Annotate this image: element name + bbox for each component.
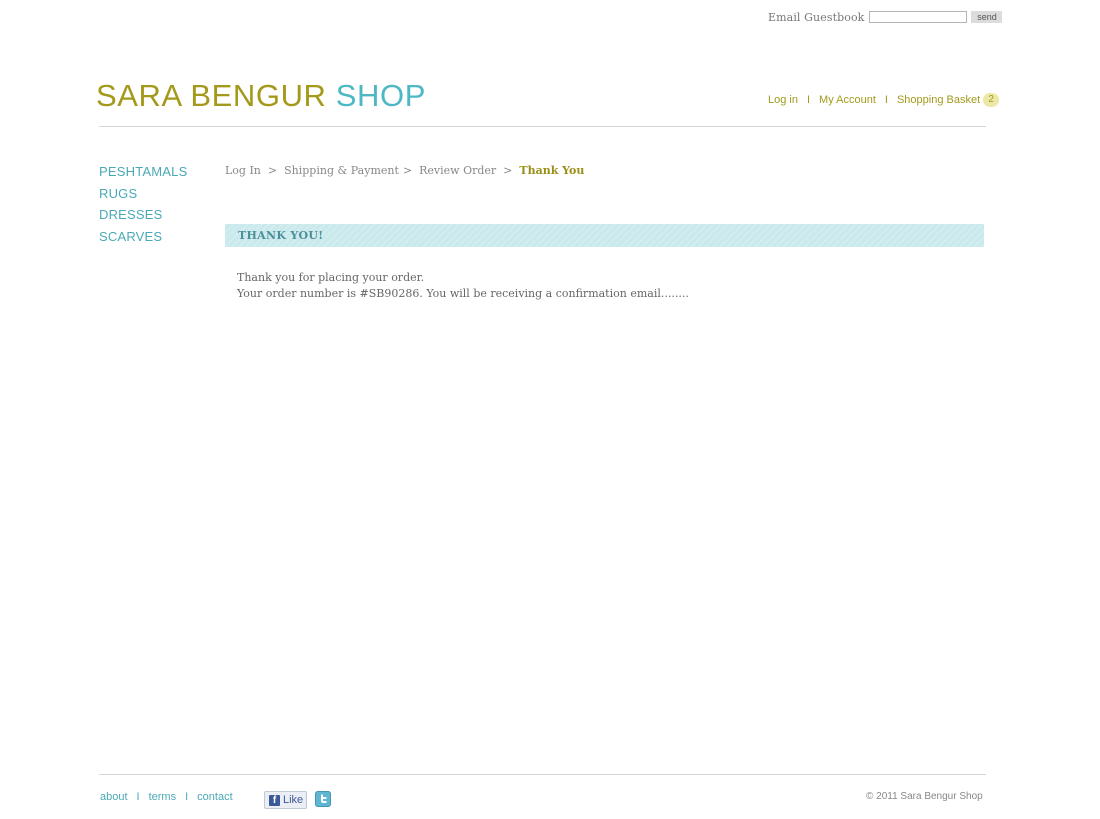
account-nav: Log in I My Account I Shopping Basket 2 (768, 93, 1000, 107)
guestbook-label: Email Guestbook (768, 10, 865, 24)
category-rugs[interactable]: RUGS (99, 185, 187, 207)
breadcrumb-separator: > (503, 164, 513, 177)
facebook-like-label: Like (283, 794, 304, 806)
checkout-breadcrumb: Log In > Shipping & Payment > Review Order > T… (225, 164, 584, 177)
guestbook-send-button[interactable]: send (971, 11, 1003, 23)
footer-separator: I (185, 791, 189, 803)
footer-divider (99, 774, 986, 775)
my-account-link[interactable]: My Account (819, 94, 876, 106)
footer-contact-link[interactable]: contact (197, 791, 232, 803)
footer-terms-link[interactable]: terms (149, 791, 177, 803)
logo-text-name: SARA BENGUR (96, 78, 327, 113)
message-line-thanks: Thank you for placing your order. (237, 271, 425, 284)
breadcrumb-step-shipping[interactable]: Shipping & Payment (284, 164, 399, 177)
basket-count-badge[interactable]: 2 (983, 93, 1000, 107)
thank-you-banner: THANK YOU! (225, 224, 984, 247)
site-logo[interactable]: SARA BENGUR SHOP (96, 78, 426, 114)
breadcrumb-step-review[interactable]: Review Order (419, 164, 496, 177)
logo-text-shop: SHOP (335, 78, 427, 113)
login-link[interactable]: Log in (768, 94, 798, 106)
category-scarves[interactable]: SCARVES (99, 228, 187, 250)
nav-separator: I (884, 94, 888, 106)
footer-about-link[interactable]: about (100, 791, 128, 803)
breadcrumb-separator: > (267, 164, 278, 177)
facebook-like-icon: f (269, 794, 280, 806)
breadcrumb-step-login[interactable]: Log In (225, 164, 261, 177)
category-peshtamals[interactable]: PESHTAMALS (99, 163, 187, 185)
header-divider (99, 126, 986, 127)
category-dresses[interactable]: DRESSES (99, 206, 187, 228)
category-nav: PESHTAMALS RUGS DRESSES SCARVES (99, 163, 187, 249)
guestbook-email-input[interactable] (869, 11, 968, 23)
shopping-basket-link[interactable]: Shopping Basket (897, 94, 980, 106)
facebook-like-button[interactable]: f Like (264, 791, 307, 809)
copyright-text: © 2011 Sara Bengur Shop (866, 791, 983, 802)
footer-nav: about I terms I contact (100, 791, 233, 803)
breadcrumb-step-thank-you: Thank You (519, 164, 585, 177)
breadcrumb-separator: > (402, 164, 413, 177)
email-guestbook: Email Guestbook send (768, 9, 1003, 25)
banner-title: THANK YOU! (238, 229, 324, 242)
twitter-icon[interactable] (315, 791, 331, 807)
order-confirmation-message: Thank you for placing your order. Your o… (237, 270, 689, 302)
footer-separator: I (136, 791, 140, 803)
nav-separator: I (806, 94, 811, 106)
message-line-order-number: Your order number is #SB90286. You will … (237, 287, 689, 300)
